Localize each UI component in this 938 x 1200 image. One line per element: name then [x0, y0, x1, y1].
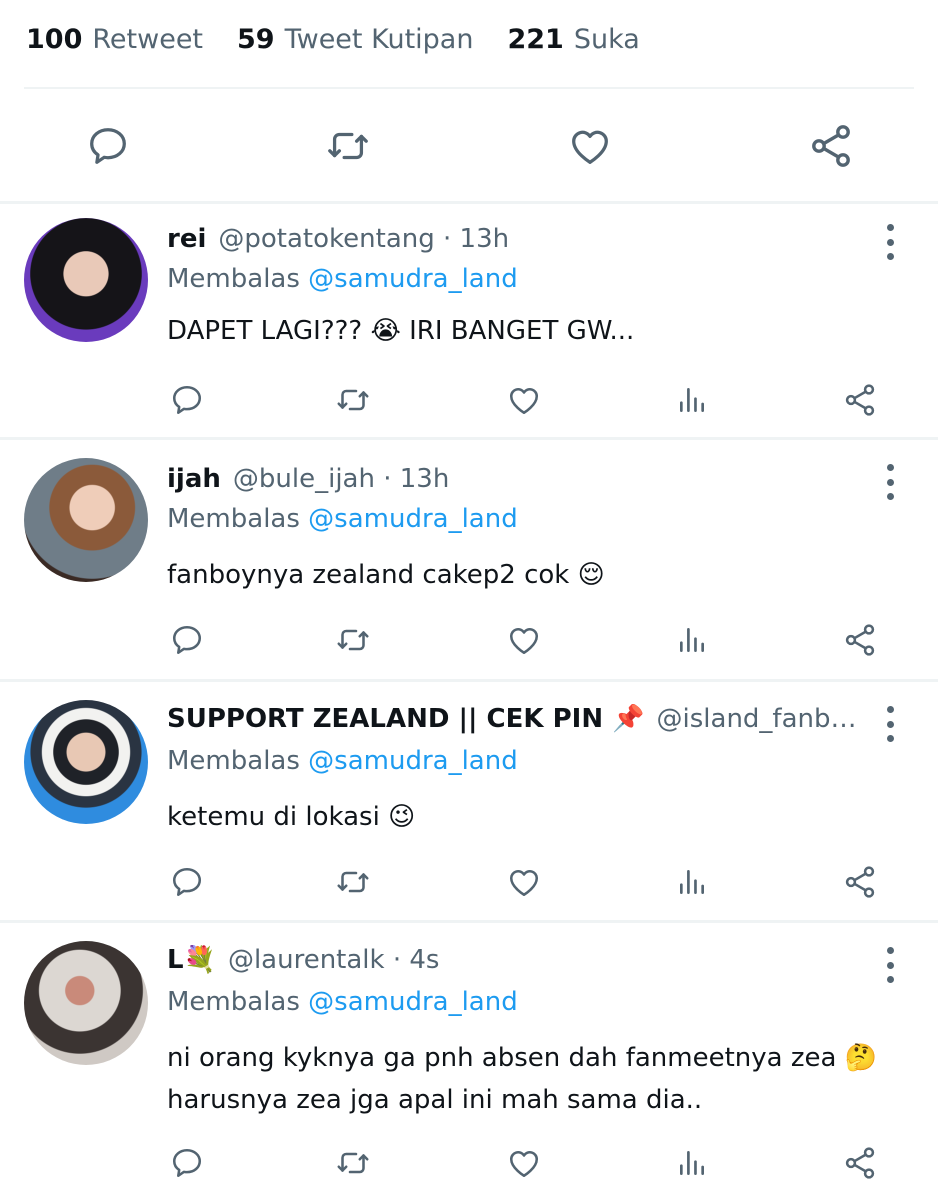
analytics-icon[interactable] — [674, 620, 710, 660]
retweet-stat[interactable]: 100 Retweet — [26, 24, 203, 55]
like-label: Suka — [573, 23, 640, 55]
main-action-bar — [0, 118, 938, 174]
reply-icon[interactable] — [82, 118, 134, 174]
quote-label: Tweet Kutipan — [284, 23, 474, 55]
replying-handle[interactable]: @samudra_land — [308, 504, 518, 534]
replying-to: Membalas @samudra_land — [167, 264, 518, 294]
more-icon[interactable] — [882, 706, 898, 742]
stats-divider — [24, 87, 914, 89]
like-icon[interactable] — [504, 380, 544, 420]
retweet-count: 100 — [26, 23, 83, 55]
reply-action-bar — [0, 1143, 938, 1183]
share-icon[interactable] — [840, 380, 880, 420]
replying-handle[interactable]: @samudra_land — [308, 746, 518, 776]
like-icon[interactable] — [564, 118, 616, 174]
tweet-stats: 100 Retweet 59 Tweet Kutipan 221 Suka — [26, 18, 938, 60]
reply-action-bar — [0, 380, 938, 420]
like-icon[interactable] — [504, 620, 544, 660]
handle-time[interactable]: @potatokentang · 13h — [218, 224, 509, 254]
replying-to: Membalas @samudra_land — [167, 746, 518, 776]
reply-action-bar — [0, 620, 938, 660]
reply-icon[interactable] — [168, 620, 206, 660]
reply-icon[interactable] — [168, 862, 206, 902]
replying-to: Membalas @samudra_land — [167, 504, 518, 534]
retweet-label: Retweet — [92, 23, 204, 55]
reply-header: SUPPORT ZEALAND || CEK PIN 📌 @island_fan… — [167, 704, 868, 742]
reply-text: fanboynya zealand cakep2 cok 😌 — [167, 560, 605, 590]
analytics-icon[interactable] — [674, 1143, 710, 1183]
quote-count: 59 — [237, 23, 275, 55]
share-icon[interactable] — [840, 862, 880, 902]
reply-text-line-1: ni orang kyknya ga pnh absen dah fanmeet… — [167, 1043, 878, 1073]
retweet-icon[interactable] — [322, 118, 374, 174]
avatar[interactable] — [24, 458, 148, 582]
reply-header: L💐 @laurentalk · 4s — [167, 945, 868, 983]
reply-header: ijah @bule_ijah · 13h — [167, 464, 868, 502]
share-icon[interactable] — [804, 118, 858, 174]
reply-text: ni orang kyknya ga pnh absen dah fanmeet… — [167, 1037, 878, 1121]
reply-item[interactable]: ijah @bule_ijah · 13h Membalas @samudra_… — [0, 440, 938, 680]
replying-handle[interactable]: @samudra_land — [308, 987, 518, 1017]
replying-label: Membalas — [167, 987, 300, 1017]
like-count: 221 — [507, 23, 564, 55]
avatar[interactable] — [24, 700, 148, 824]
like-icon[interactable] — [504, 1143, 544, 1183]
reply-icon[interactable] — [168, 380, 206, 420]
analytics-icon[interactable] — [674, 862, 710, 902]
like-icon[interactable] — [504, 862, 544, 902]
display-name[interactable]: SUPPORT ZEALAND || CEK PIN 📌 — [167, 704, 645, 734]
replying-label: Membalas — [167, 264, 300, 294]
handle-time[interactable]: @laurentalk · 4s — [228, 945, 440, 975]
retweet-icon[interactable] — [332, 620, 374, 660]
more-icon[interactable] — [882, 464, 898, 500]
display-name[interactable]: L💐 — [167, 945, 216, 975]
replying-to: Membalas @samudra_land — [167, 987, 518, 1017]
replying-handle[interactable]: @samudra_land — [308, 264, 518, 294]
reply-item[interactable]: L💐 @laurentalk · 4s Membalas @samudra_la… — [0, 923, 938, 1200]
retweet-icon[interactable] — [332, 1143, 374, 1183]
retweet-icon[interactable] — [332, 862, 374, 902]
retweet-icon[interactable] — [332, 380, 374, 420]
more-icon[interactable] — [882, 224, 898, 260]
more-icon[interactable] — [882, 947, 898, 983]
reply-text: ketemu di lokasi 😉 — [167, 802, 416, 832]
reply-icon[interactable] — [168, 1143, 206, 1183]
reply-item[interactable]: rei @potatokentang · 13h Membalas @samud… — [0, 204, 938, 437]
avatar[interactable] — [24, 218, 148, 342]
share-icon[interactable] — [840, 620, 880, 660]
reply-header: rei @potatokentang · 13h — [167, 224, 868, 262]
handle-time[interactable]: @bule_ijah · 13h — [233, 464, 449, 494]
reply-text: DAPET LAGI??? 😭 IRI BANGET GW... — [167, 316, 635, 346]
reply-action-bar — [0, 862, 938, 902]
share-icon[interactable] — [840, 1143, 880, 1183]
display-name[interactable]: ijah — [167, 464, 221, 494]
replying-label: Membalas — [167, 504, 300, 534]
replying-label: Membalas — [167, 746, 300, 776]
quote-stat[interactable]: 59 Tweet Kutipan — [237, 24, 473, 55]
like-stat[interactable]: 221 Suka — [507, 24, 639, 55]
reply-text-line-2: harusnya zea jga apal ini mah sama dia.. — [167, 1085, 703, 1115]
handle-time[interactable]: @island_fanba... — [657, 704, 868, 734]
analytics-icon[interactable] — [674, 380, 710, 420]
display-name[interactable]: rei — [167, 224, 206, 254]
reply-item[interactable]: SUPPORT ZEALAND || CEK PIN 📌 @island_fan… — [0, 682, 938, 920]
avatar[interactable] — [24, 941, 148, 1065]
